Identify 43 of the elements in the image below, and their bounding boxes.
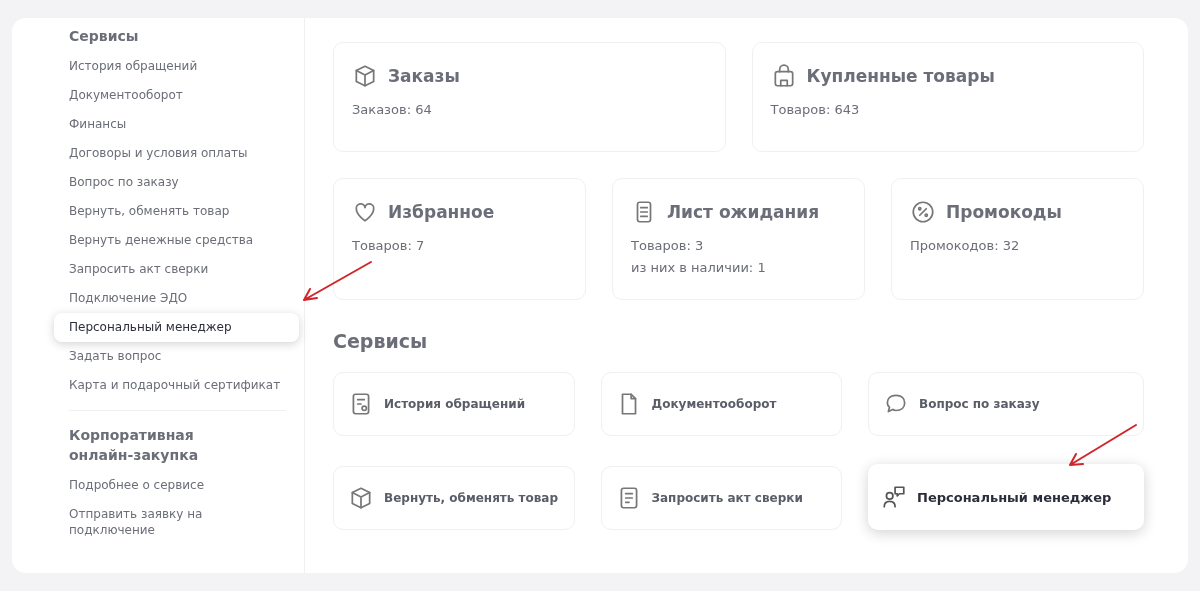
service-card[interactable]: Документооборот xyxy=(600,372,842,436)
sidebar-link[interactable]: Подробнее о сервисе xyxy=(54,471,299,500)
sidebar-heading: Сервисы xyxy=(69,27,140,46)
sidebar-link[interactable]: Документооборот xyxy=(54,81,299,110)
service-card[interactable]: Вернуть, обменять товар xyxy=(333,466,575,530)
summary-card[interactable]: Заказы Заказов: 64 xyxy=(333,42,726,152)
card-count: из них в наличии: 1 xyxy=(631,259,767,277)
sidebar-link[interactable]: Задать вопрос xyxy=(54,342,299,371)
card-count: Заказов: 64 xyxy=(352,101,433,119)
card-title: Избранное xyxy=(388,202,495,222)
box-icon xyxy=(348,485,374,511)
card-title: Заказы xyxy=(388,66,460,86)
sidebar-link[interactable]: Подключение ЭДО xyxy=(54,284,299,313)
card-count: Товаров: 643 xyxy=(770,101,861,119)
sidebar-link[interactable]: История обращений xyxy=(54,52,299,81)
card-count: Товаров: 7 xyxy=(352,237,426,255)
sidebar-link[interactable]: Договоры и условия оплаты xyxy=(54,139,299,168)
card-title: Купленные товары xyxy=(806,66,995,86)
section-heading: Сервисы xyxy=(333,330,429,352)
service-card[interactable]: История обращений xyxy=(333,372,575,436)
service-card[interactable]: Запросить акт сверки xyxy=(600,466,842,530)
sidebar-link[interactable]: Финансы xyxy=(54,110,299,139)
service-card[interactable]: Персональный менеджер xyxy=(868,464,1144,530)
sidebar-link[interactable]: Запросить акт сверки xyxy=(54,255,299,284)
box-icon xyxy=(352,63,378,89)
card-title: Промокоды xyxy=(946,202,1062,222)
card-count: Товаров: 3 xyxy=(631,237,705,255)
person-chat-icon xyxy=(881,484,907,510)
card-title: Лист ожидания xyxy=(667,202,820,222)
service-card[interactable]: Вопрос по заказу xyxy=(868,372,1144,436)
percent-icon xyxy=(910,199,936,225)
card-count: Промокодов: 32 xyxy=(910,237,1021,255)
sidebar-link[interactable]: Отправить заявку на подключение xyxy=(54,500,299,545)
sidebar-link[interactable]: Карта и подарочный сертификат xyxy=(54,371,299,400)
summary-card[interactable]: Избранное Товаров: 7 xyxy=(333,178,586,300)
sidebar-link[interactable]: Вернуть, обменять товар xyxy=(54,197,299,226)
summary-card[interactable]: Лист ожидания Товаров: 3 из них в наличии: 1 xyxy=(612,178,865,300)
summary-card[interactable]: Купленные товары Товаров: 643 xyxy=(751,42,1144,152)
summary-card[interactable]: Промокоды Промокодов: 32 xyxy=(891,178,1144,300)
sidebar-link[interactable]: Вопрос по заказу xyxy=(54,168,299,197)
sidebar-heading: Корпоративная онлайн-закупка xyxy=(69,426,200,465)
sidebar-link[interactable]: Персональный менеджер xyxy=(54,313,299,342)
sidebar-link[interactable]: Вернуть денежные средства xyxy=(54,226,299,255)
